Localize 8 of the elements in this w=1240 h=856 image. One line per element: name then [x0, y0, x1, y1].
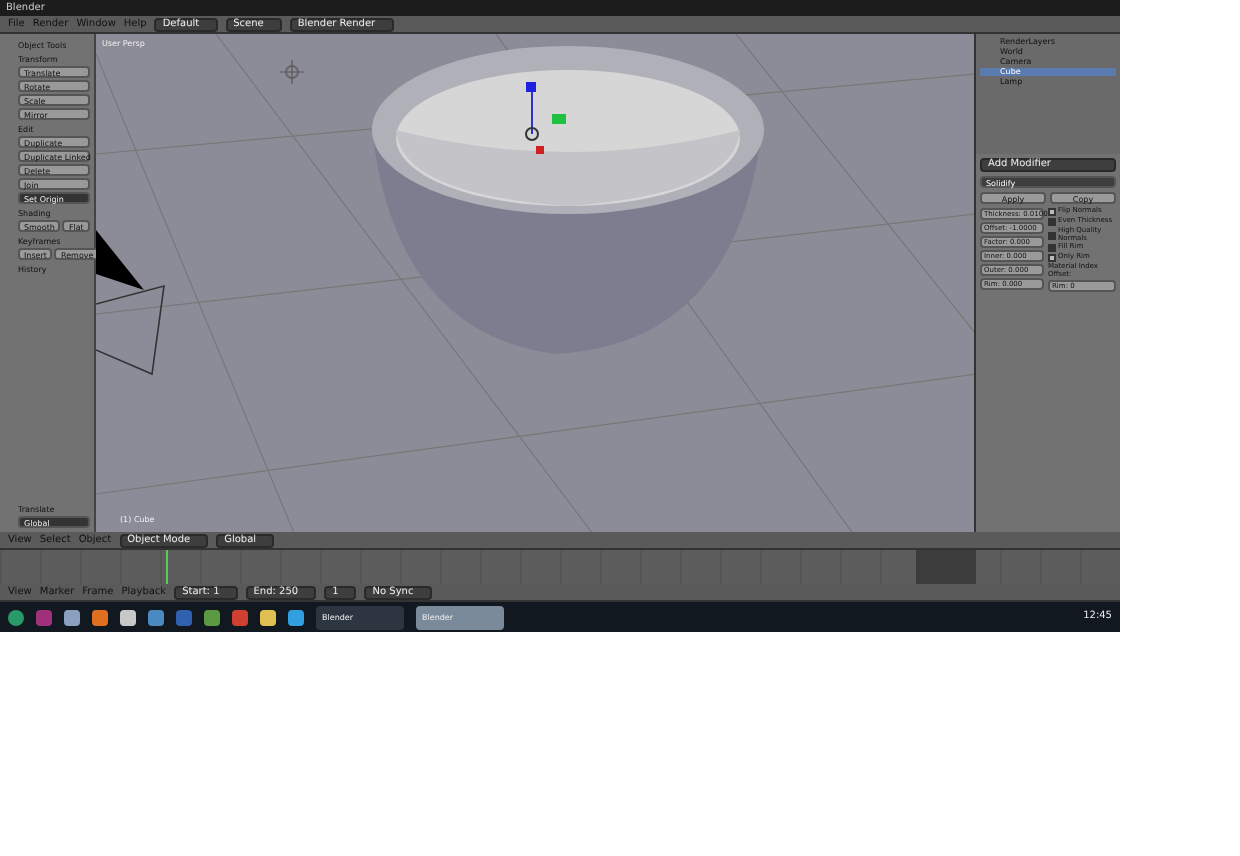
start-button[interactable]: [8, 609, 24, 625]
checkbox[interactable]: [1048, 244, 1056, 252]
checkbox[interactable]: [1048, 231, 1056, 239]
checkbox[interactable]: [1048, 218, 1056, 226]
cursor-icon: [279, 59, 305, 85]
transform-gizmo-icon: [525, 82, 566, 154]
checkbox[interactable]: [1048, 208, 1056, 216]
checkbox[interactable]: [1048, 254, 1056, 262]
